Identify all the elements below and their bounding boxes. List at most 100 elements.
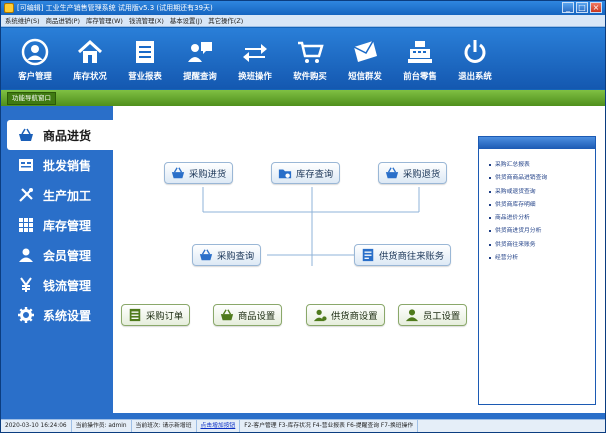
status-datetime: 2020-03-10 16:24:06 bbox=[1, 420, 72, 432]
toolbar-label: 客户管理 bbox=[18, 71, 52, 81]
basket-icon bbox=[199, 248, 213, 262]
report-link-supplier-product[interactable]: 供货商商品进销查询 bbox=[489, 172, 595, 185]
purchase-return-button[interactable]: 采购退货 bbox=[378, 162, 448, 184]
sidebar-item-label: 库存管理 bbox=[43, 218, 92, 233]
sidebar-item-members[interactable]: 会员管理 bbox=[1, 240, 113, 270]
chat-bubble-icon bbox=[185, 36, 215, 68]
menu-system[interactable]: 系统维护(S) bbox=[5, 15, 40, 26]
report-link-supplier-stock[interactable]: 供货商库存明细 bbox=[489, 199, 595, 212]
tools-icon bbox=[18, 187, 34, 203]
ledger-icon bbox=[361, 248, 375, 262]
purchase-order-button[interactable]: 采购订单 bbox=[121, 304, 191, 326]
tab-function-nav[interactable]: 功能导航窗口 bbox=[7, 92, 56, 105]
menu-purchase-sales[interactable]: 商品进销(P) bbox=[46, 15, 80, 26]
sidebar-item-label: 批发销售 bbox=[43, 158, 92, 173]
maximize-button[interactable]: □ bbox=[576, 2, 588, 13]
menu-inventory[interactable]: 库存管理(W) bbox=[86, 15, 123, 26]
toolbar-label: 营业报表 bbox=[128, 71, 162, 81]
basket-icon bbox=[385, 166, 399, 180]
close-button[interactable]: × bbox=[590, 2, 602, 13]
toolbar-exit-button[interactable]: 退出系统 bbox=[449, 28, 501, 89]
button-label: 员工设置 bbox=[423, 311, 461, 322]
report-link-purchase-return-query[interactable]: 采购或退货查询 bbox=[489, 186, 595, 199]
sidebar-item-label: 会员管理 bbox=[43, 248, 92, 263]
status-bar: 2020-03-10 16:24:06 当前操作员: admin 当前班次: 请… bbox=[1, 419, 605, 432]
menu-cashflow[interactable]: 钱流管理(X) bbox=[129, 15, 164, 26]
staff-setup-button[interactable]: 员工设置 bbox=[398, 304, 468, 326]
toolbar-retail-button[interactable]: 前台零售 bbox=[394, 28, 446, 89]
toolbar-label: 换班操作 bbox=[238, 71, 272, 81]
report-link-purchase-summary[interactable]: 采购汇总报表 bbox=[489, 159, 595, 172]
stock-query-button[interactable]: 库存查询 bbox=[271, 162, 341, 184]
menu-bar: 系统维护(S) 商品进销(P) 库存管理(W) 钱流管理(X) 基本设置(J) … bbox=[1, 15, 605, 27]
report-link-business-analysis[interactable]: 经营分析 bbox=[489, 252, 595, 265]
sidebar-item-cashflow[interactable]: 钱流管理 bbox=[1, 270, 113, 300]
sidebar-item-label: 商品进货 bbox=[43, 128, 92, 143]
purchase-query-button[interactable]: 采购查询 bbox=[192, 244, 262, 266]
app-icon bbox=[4, 3, 14, 13]
toolbar-shift-button[interactable]: 换班操作 bbox=[229, 28, 281, 89]
button-label: 库存查询 bbox=[296, 169, 334, 180]
yen-icon bbox=[18, 277, 34, 293]
gear-icon bbox=[18, 307, 34, 323]
button-label: 供货商设置 bbox=[331, 311, 378, 322]
window-controls: _ □ × bbox=[562, 2, 602, 13]
power-icon bbox=[460, 36, 490, 68]
toolbar-label: 前台零售 bbox=[403, 71, 437, 81]
menu-other[interactable]: 其它操作(Z) bbox=[208, 15, 243, 26]
report-list: 采购汇总报表 供货商商品进销查询 采购或退货查询 供货商库存明细 商品进价分析 … bbox=[479, 149, 595, 265]
main-toolbar: 客户管理 库存状况 营业报表 提醒查询 换班操作 软件购买 短信群发 前台零售 … bbox=[1, 28, 605, 89]
toolbar-label: 库存状况 bbox=[73, 71, 107, 81]
report-link-monthly-analysis[interactable]: 供货商进货月分析 bbox=[489, 225, 595, 238]
sidebar-item-label: 系统设置 bbox=[43, 308, 92, 323]
minimize-button[interactable]: _ bbox=[562, 2, 574, 13]
title-bar[interactable]: [可编辑] 工业生产销售管理系统 试用版v5.3 (试用期还有39天) _ □ … bbox=[1, 1, 605, 15]
sidebar-item-purchase[interactable]: 商品进货 bbox=[7, 120, 113, 150]
window-title: [可编辑] 工业生产销售管理系统 试用版v5.3 (试用期还有39天) bbox=[17, 4, 213, 12]
folder-icon bbox=[278, 166, 292, 180]
toolbar-stock-button[interactable]: 库存状况 bbox=[64, 28, 116, 89]
toolbar-report-button[interactable]: 营业报表 bbox=[119, 28, 171, 89]
invoice-icon bbox=[18, 157, 34, 173]
app-window: [可编辑] 工业生产销售管理系统 试用版v5.3 (试用期还有39天) _ □ … bbox=[0, 0, 606, 433]
status-operator: 当前操作员: admin bbox=[72, 420, 132, 432]
toolbar-sms-button[interactable]: 短信群发 bbox=[339, 28, 391, 89]
report-links-panel: 采购汇总报表 供货商商品进销查询 采购或退货查询 供货商库存明细 商品进价分析 … bbox=[478, 136, 596, 405]
shopping-cart-icon bbox=[295, 36, 325, 68]
toolbar-customer-button[interactable]: 客户管理 bbox=[9, 28, 61, 89]
supplier-setup-button[interactable]: 供货商设置 bbox=[306, 304, 385, 326]
basket-icon bbox=[220, 308, 234, 322]
sidebar: 商品进货 批发销售 生产加工 库存管理 会员管理 钱流管理 系统设置 bbox=[1, 106, 113, 413]
sidebar-item-inventory[interactable]: 库存管理 bbox=[1, 210, 113, 240]
swap-arrows-icon bbox=[240, 36, 270, 68]
button-label: 采购进货 bbox=[189, 169, 227, 180]
cash-register-icon bbox=[405, 36, 435, 68]
sidebar-item-label: 钱流管理 bbox=[43, 278, 92, 293]
grid-icon bbox=[18, 217, 34, 233]
toolbar-reminder-button[interactable]: 提醒查询 bbox=[174, 28, 226, 89]
status-shortcuts: F2-客户管理 F3-库存状况 F4-营业报表 F6-提醒查询 F7-换班操作 bbox=[240, 420, 419, 432]
product-setup-button[interactable]: 商品设置 bbox=[213, 304, 283, 326]
supplier-account-button[interactable]: 供货商往来账务 bbox=[354, 244, 452, 266]
button-label: 商品设置 bbox=[238, 311, 276, 322]
toolbar-label: 短信群发 bbox=[348, 71, 382, 81]
report-panel-header bbox=[479, 137, 595, 149]
person-icon bbox=[405, 308, 419, 322]
purchase-in-button[interactable]: 采购进货 bbox=[164, 162, 234, 184]
basket-icon bbox=[171, 166, 185, 180]
sidebar-item-wholesale[interactable]: 批发销售 bbox=[1, 150, 113, 180]
toolbar-label: 提醒查询 bbox=[183, 71, 217, 81]
menu-basic-settings[interactable]: 基本设置(J) bbox=[170, 15, 202, 26]
status-link[interactable]: 点击增加按钮 bbox=[197, 420, 241, 432]
report-link-cost-analysis[interactable]: 商品进价分析 bbox=[489, 212, 595, 225]
sidebar-item-settings[interactable]: 系统设置 bbox=[1, 300, 113, 330]
home-icon bbox=[75, 36, 105, 68]
toolbar-purchase-software-button[interactable]: 软件购买 bbox=[284, 28, 336, 89]
user-circle-icon bbox=[20, 36, 50, 68]
nav-strip: 功能导航窗口 bbox=[1, 90, 605, 106]
status-shift: 当前班次: 请示新增班 bbox=[132, 420, 197, 432]
report-link-supplier-account[interactable]: 供货商往来账务 bbox=[489, 239, 595, 252]
sidebar-item-label: 生产加工 bbox=[43, 188, 92, 203]
report-icon bbox=[130, 36, 160, 68]
sidebar-item-production[interactable]: 生产加工 bbox=[1, 180, 113, 210]
